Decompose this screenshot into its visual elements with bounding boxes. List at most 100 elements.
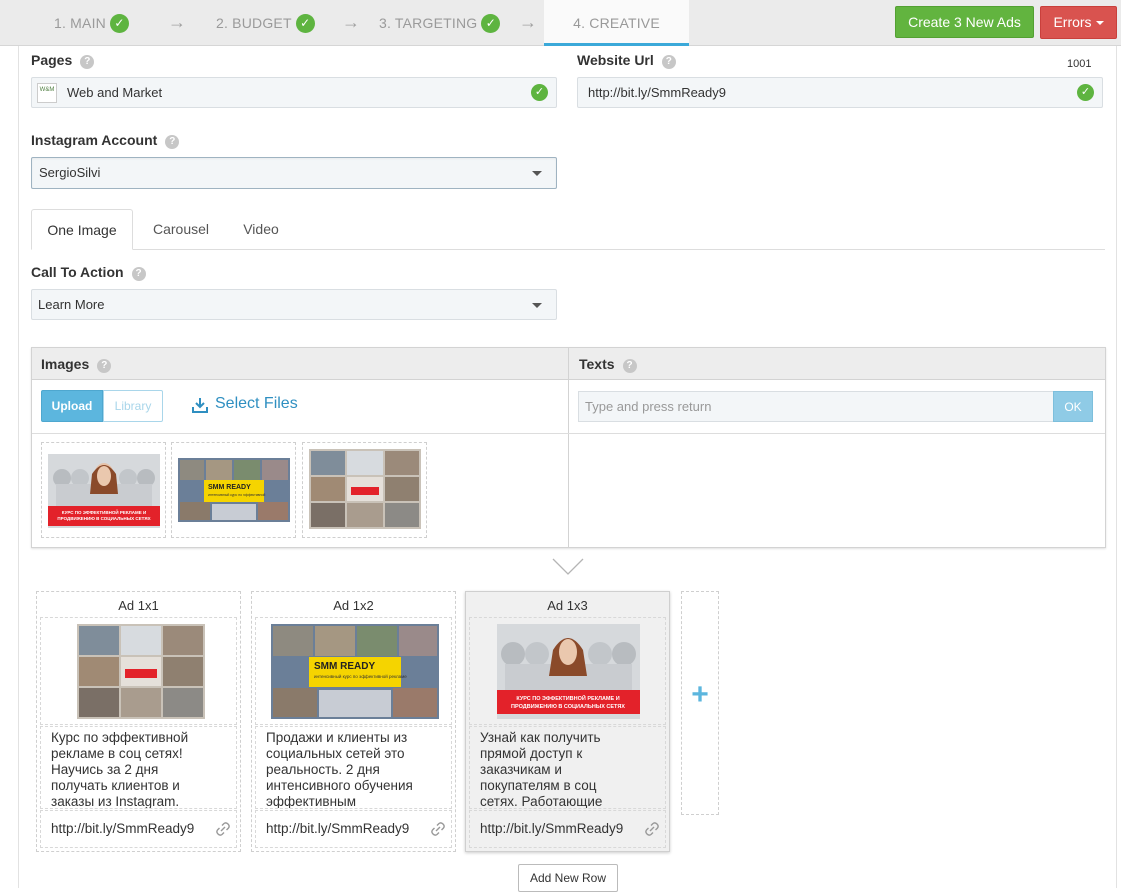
add-column-button[interactable]: +: [681, 591, 719, 815]
svg-text:КУРС ПО ЭФФЕКТИВНОЙ РЕКЛАМЕ И: КУРС ПО ЭФФЕКТИВНОЙ РЕКЛАМЕ И: [62, 508, 147, 515]
ad-image-slot[interactable]: SMM READY интенсивный курс по эффективно…: [255, 617, 452, 725]
images-texts-panel: Images? Texts? Upload Library Select Fil…: [31, 347, 1106, 548]
website-url-input[interactable]: http://bit.ly/SmmReady9 ✓: [577, 77, 1103, 108]
website-url-label-text: Website Url: [577, 52, 654, 68]
ad-url[interactable]: http://bit.ly/SmmReady9: [255, 810, 452, 848]
ad-text[interactable]: Курс по эффективной рекламе в соц сетях!…: [40, 726, 237, 809]
ad-url[interactable]: http://bit.ly/SmmReady9: [469, 810, 666, 848]
pages-value: Web and Market: [67, 85, 163, 100]
tab-carousel[interactable]: Carousel: [142, 209, 220, 250]
pages-field[interactable]: W&M Web and Market ✓: [31, 77, 557, 108]
website-url-value: http://bit.ly/SmmReady9: [588, 85, 726, 100]
ad-image-collage: [77, 624, 205, 719]
link-icon[interactable]: [216, 822, 230, 836]
help-icon[interactable]: ?: [131, 267, 146, 281]
ad-title: Ad 1x3: [547, 598, 588, 613]
step-label: 2. BUDGET: [216, 15, 292, 31]
images-header: Images?: [41, 356, 112, 373]
ad-image-robots: КУРС ПО ЭФФЕКТИВНОЙ РЕКЛАМЕ И ПРОДВИЖЕНИ…: [48, 454, 160, 528]
ad-url-value: http://bit.ly/SmmReady9: [51, 821, 195, 836]
page-logo-icon: W&M: [37, 83, 57, 103]
errors-label: Errors: [1053, 14, 1092, 30]
help-icon[interactable]: ?: [97, 359, 112, 373]
svg-text:КУРС ПО ЭФФЕКТИВНОЙ РЕКЛАМЕ И: КУРС ПО ЭФФЕКТИВНОЙ РЕКЛАМЕ И: [516, 694, 619, 702]
call-to-action-label: Call To Action?: [31, 264, 146, 281]
wizard-steps-bar: 1. MAIN ✓ → 2. BUDGET ✓ → 3. TARGETING ✓ → …: [0, 0, 1121, 46]
svg-text:ПРОДВИЖЕНИЮ В СОЦИАЛЬНЫХ СЕТЯХ: ПРОДВИЖЕНИЮ В СОЦИАЛЬНЫХ СЕТЯХ: [511, 704, 625, 710]
svg-text:интенсивный курс по эффективно: интенсивный курс по эффективной: [208, 493, 265, 497]
checkmark-icon: ✓: [1077, 84, 1094, 101]
uploaded-image-2[interactable]: SMM READY интенсивный курс по эффективно…: [171, 442, 296, 538]
help-icon[interactable]: ?: [622, 359, 637, 373]
caret-down-icon: [532, 303, 542, 308]
link-icon[interactable]: [431, 822, 445, 836]
svg-text:ПРОДВИЖЕНИЮ В СОЦИАЛЬНЫХ СЕТЯХ: ПРОДВИЖЕНИЮ В СОЦИАЛЬНЫХ СЕТЯХ: [57, 516, 150, 521]
ad-card-1x3[interactable]: Ad 1x3 КУРС ПО ЭФФЕКТИВНОЙ РЕКЛАМЕ И ПРО…: [465, 591, 670, 852]
texts-header-text: Texts: [579, 356, 615, 372]
website-url-label: Website Url?: [577, 52, 676, 69]
uploaded-image-1[interactable]: КУРС ПО ЭФФЕКТИВНОЙ РЕКЛАМЕ И ПРОДВИЖЕНИ…: [41, 442, 166, 538]
ad-url[interactable]: http://bit.ly/SmmReady9: [40, 810, 237, 848]
step-creative[interactable]: 4. CREATIVE: [544, 0, 689, 46]
instagram-account-select[interactable]: SergioSilvi: [31, 157, 557, 189]
arrow-right-icon: →: [519, 12, 537, 32]
texts-ok-button[interactable]: OK: [1053, 391, 1093, 422]
link-icon[interactable]: [645, 822, 659, 836]
instagram-account-label: Instagram Account?: [31, 132, 180, 149]
call-to-action-label-text: Call To Action: [31, 264, 124, 280]
ad-title: Ad 1x2: [333, 598, 374, 613]
select-files-link[interactable]: Select Files: [192, 395, 298, 413]
panel-row-divider: [32, 433, 1105, 434]
ad-image-slot[interactable]: [40, 617, 237, 725]
ad-card-1x1[interactable]: Ad 1x1 Курс по эффективной рекламе в соц…: [36, 591, 241, 852]
ad-url-value: http://bit.ly/SmmReady9: [480, 821, 624, 836]
step-targeting[interactable]: 3. TARGETING ✓: [379, 0, 501, 46]
page-frame-left: [18, 46, 19, 888]
upload-toggle[interactable]: Upload: [41, 390, 103, 422]
checkmark-icon: ✓: [295, 13, 315, 33]
step-main[interactable]: 1. MAIN ✓: [54, 0, 129, 46]
errors-dropdown-button[interactable]: Errors: [1040, 6, 1117, 39]
ad-image-smm-ready: SMM READY интенсивный курс по эффективно…: [178, 458, 290, 522]
ad-card-1x2[interactable]: Ad 1x2 SMM READY интенсивный курс по эфф…: [251, 591, 456, 852]
texts-input[interactable]: Type and press return: [578, 391, 1054, 422]
ad-text[interactable]: Узнай как получить прямой доступ к заказ…: [469, 726, 666, 809]
plus-icon: +: [691, 678, 709, 711]
ad-image-collage: [309, 449, 421, 529]
call-to-action-select[interactable]: Learn More: [31, 289, 557, 320]
create-ads-button[interactable]: Create 3 New Ads: [895, 6, 1034, 38]
checkmark-icon: ✓: [481, 13, 501, 33]
library-toggle[interactable]: Library: [103, 390, 163, 422]
help-icon[interactable]: ?: [80, 55, 95, 69]
chevron-down-icon: [552, 558, 584, 575]
ad-text[interactable]: Продажи и клиенты из социальных сетей эт…: [255, 726, 452, 809]
step-budget[interactable]: 2. BUDGET ✓: [216, 0, 315, 46]
instagram-account-value: SergioSilvi: [39, 165, 101, 180]
checkmark-icon: ✓: [109, 13, 129, 33]
call-to-action-value: Learn More: [38, 297, 105, 312]
tab-one-image[interactable]: One Image: [31, 209, 133, 250]
panel-column-divider: [568, 348, 569, 547]
help-icon[interactable]: ?: [165, 135, 180, 149]
arrow-right-icon: →: [168, 12, 186, 32]
download-icon: [192, 398, 208, 413]
character-count: 1001: [1067, 58, 1092, 70]
select-files-label: Select Files: [215, 395, 298, 412]
ad-image-slot[interactable]: КУРС ПО ЭФФЕКТИВНОЙ РЕКЛАМЕ И ПРОДВИЖЕНИ…: [469, 617, 666, 725]
svg-text:интенсивный курс по эффективно: интенсивный курс по эффективной рекламе: [314, 673, 407, 679]
checkmark-icon: ✓: [531, 84, 548, 101]
uploaded-image-3[interactable]: [302, 442, 427, 538]
caret-down-icon: [532, 171, 542, 176]
pages-label-text: Pages: [31, 52, 73, 68]
ad-title: Ad 1x1: [118, 598, 159, 613]
help-icon[interactable]: ?: [661, 55, 676, 69]
texts-header: Texts?: [579, 356, 637, 373]
images-header-text: Images: [41, 356, 90, 372]
svg-text:SMM READY: SMM READY: [208, 484, 251, 491]
tab-video[interactable]: Video: [233, 209, 289, 250]
ad-url-value: http://bit.ly/SmmReady9: [266, 821, 410, 836]
step-label: 1. MAIN: [54, 15, 106, 31]
ad-image-caption: SMM READY: [314, 661, 375, 672]
instagram-account-label-text: Instagram Account: [31, 132, 158, 148]
arrow-right-icon: →: [342, 12, 360, 32]
